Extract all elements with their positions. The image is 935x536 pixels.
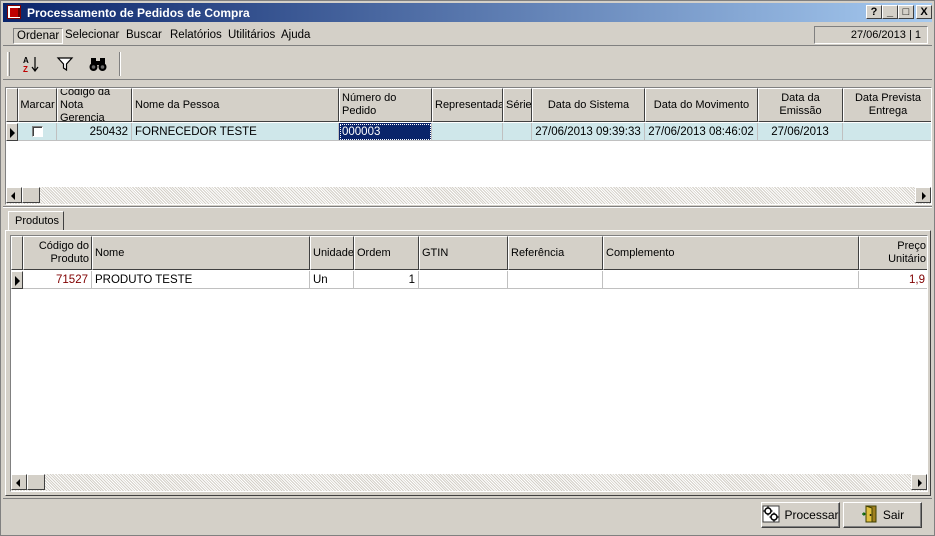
- cell-complemento[interactable]: [603, 271, 859, 289]
- products-hscrollbar[interactable]: [11, 474, 927, 491]
- toolbar: A Z: [3, 48, 932, 80]
- scroll-right-button[interactable]: [915, 187, 931, 203]
- header-gtin[interactable]: GTIN: [419, 236, 508, 270]
- cell-referencia[interactable]: [508, 271, 603, 289]
- row-indicator: [6, 123, 18, 141]
- mark-checkbox[interactable]: [31, 126, 43, 138]
- filter-icon[interactable]: [53, 52, 77, 76]
- header-indicator: [6, 88, 18, 122]
- menu-utilitarios[interactable]: Utilitários: [225, 28, 278, 42]
- menu-ordenar[interactable]: Ordenar: [13, 28, 64, 44]
- menu-selecionar[interactable]: Selecionar: [62, 28, 122, 42]
- header-preco-unitario[interactable]: Preço Unitário: [859, 236, 927, 270]
- sair-label: Sair: [882, 508, 905, 522]
- header-data-emissao[interactable]: Data da Emissão: [758, 88, 843, 122]
- menu-bar: Ordenar Selecionar Buscar Relatórios Uti…: [3, 24, 932, 46]
- tab-produtos[interactable]: Produtos: [8, 211, 64, 231]
- cell-data-sistema[interactable]: 27/06/2013 09:39:33: [532, 123, 645, 141]
- scroll-thumb[interactable]: [27, 474, 45, 490]
- panel-splitter[interactable]: [3, 206, 932, 208]
- row-pointer-icon: [15, 276, 20, 286]
- toolbar-grip[interactable]: [7, 52, 10, 76]
- orders-grid: Marcar Código da Nota Gerencia Nome da P…: [5, 87, 932, 205]
- header-data-sistema[interactable]: Data do Sistema: [532, 88, 645, 122]
- header-referencia[interactable]: Referência: [508, 236, 603, 270]
- maximize-button[interactable]: □: [898, 5, 914, 19]
- bottom-divider: [3, 498, 932, 499]
- svg-text:Z: Z: [23, 65, 28, 73]
- cell-nome-pessoa[interactable]: FORNECEDOR TESTE: [132, 123, 339, 141]
- arrow-left-icon: [16, 479, 20, 487]
- app-icon: [7, 5, 21, 19]
- header-serie[interactable]: Série: [503, 88, 532, 122]
- product-row[interactable]: 71527 PRODUTO TESTE Un 1 1,9: [11, 271, 927, 289]
- header-representada[interactable]: Representada: [432, 88, 503, 122]
- svg-text:A: A: [23, 56, 29, 65]
- header-unidade[interactable]: Unidade: [310, 236, 354, 270]
- header-data-prevista[interactable]: Data Prevista Entrega: [843, 88, 931, 122]
- processar-button[interactable]: Processar: [761, 502, 840, 528]
- header-codigo-produto[interactable]: Código do Produto: [23, 236, 92, 270]
- cell-nome[interactable]: PRODUTO TESTE: [92, 271, 310, 289]
- process-gears-icon: [762, 505, 780, 526]
- cell-codigo-nota[interactable]: 250432: [57, 123, 132, 141]
- products-grid-header: Código do Produto Nome Unidade Ordem GTI…: [11, 236, 927, 270]
- arrow-left-icon: [11, 192, 15, 200]
- header-nome-pessoa[interactable]: Nome da Pessoa: [132, 88, 339, 122]
- arrow-right-icon: [922, 192, 926, 200]
- cell-data-prevista[interactable]: [843, 123, 931, 141]
- date-status: 27/06/2013 | 1: [814, 26, 928, 44]
- row-indicator: [11, 271, 23, 289]
- scroll-left-button[interactable]: [11, 474, 27, 490]
- scroll-left-button[interactable]: [6, 187, 22, 203]
- cell-data-emissao[interactable]: 27/06/2013: [758, 123, 843, 141]
- main-window: Processamento de Pedidos de Compra ? _ □…: [0, 0, 935, 536]
- processar-label: Processar: [784, 508, 839, 522]
- menu-buscar[interactable]: Buscar: [123, 28, 165, 42]
- cell-numero-pedido[interactable]: 000003: [339, 123, 432, 141]
- orders-hscrollbar[interactable]: [6, 187, 931, 204]
- exit-door-icon: [861, 504, 879, 526]
- cell-unidade[interactable]: Un: [310, 271, 354, 289]
- menu-ajuda[interactable]: Ajuda: [278, 28, 313, 42]
- arrow-right-icon: [918, 479, 922, 487]
- header-data-movimento[interactable]: Data do Movimento: [645, 88, 758, 122]
- window-title: Processamento de Pedidos de Compra: [27, 6, 250, 20]
- scroll-right-button[interactable]: [911, 474, 927, 490]
- cell-marcar[interactable]: [18, 123, 57, 141]
- cell-codigo-produto[interactable]: 71527: [23, 271, 92, 289]
- toolbar-separator: [119, 52, 121, 76]
- header-ordem[interactable]: Ordem: [354, 236, 419, 270]
- title-bar[interactable]: Processamento de Pedidos de Compra ? _ □…: [3, 3, 932, 22]
- menu-relatorios[interactable]: Relatórios: [167, 28, 225, 42]
- scroll-thumb[interactable]: [22, 187, 40, 203]
- order-row[interactable]: 250432 FORNECEDOR TESTE 000003 27/06/201…: [6, 123, 931, 141]
- header-numero-pedido[interactable]: Número do Pedido: [339, 88, 432, 122]
- row-pointer-icon: [10, 128, 15, 138]
- cell-data-movimento[interactable]: 27/06/2013 08:46:02: [645, 123, 758, 141]
- cell-ordem[interactable]: 1: [354, 271, 419, 289]
- sair-button[interactable]: Sair: [843, 502, 922, 528]
- header-codigo-nota[interactable]: Código da Nota Gerencia: [57, 88, 132, 122]
- binoculars-icon[interactable]: [86, 52, 110, 76]
- cell-gtin[interactable]: [419, 271, 508, 289]
- products-grid: Código do Produto Nome Unidade Ordem GTI…: [10, 235, 928, 492]
- orders-grid-header: Marcar Código da Nota Gerencia Nome da P…: [6, 88, 931, 122]
- close-button[interactable]: X: [916, 5, 932, 19]
- header-marcar[interactable]: Marcar: [18, 88, 57, 122]
- cell-representada[interactable]: [432, 123, 503, 141]
- help-button[interactable]: ?: [866, 5, 882, 19]
- minimize-button[interactable]: _: [882, 5, 898, 19]
- header-nome[interactable]: Nome: [92, 236, 310, 270]
- sort-az-icon[interactable]: A Z: [19, 52, 43, 76]
- header-complemento[interactable]: Complemento: [603, 236, 859, 270]
- cell-preco-unitario[interactable]: 1,9: [859, 271, 927, 289]
- header-indicator: [11, 236, 23, 270]
- cell-serie[interactable]: [503, 123, 532, 141]
